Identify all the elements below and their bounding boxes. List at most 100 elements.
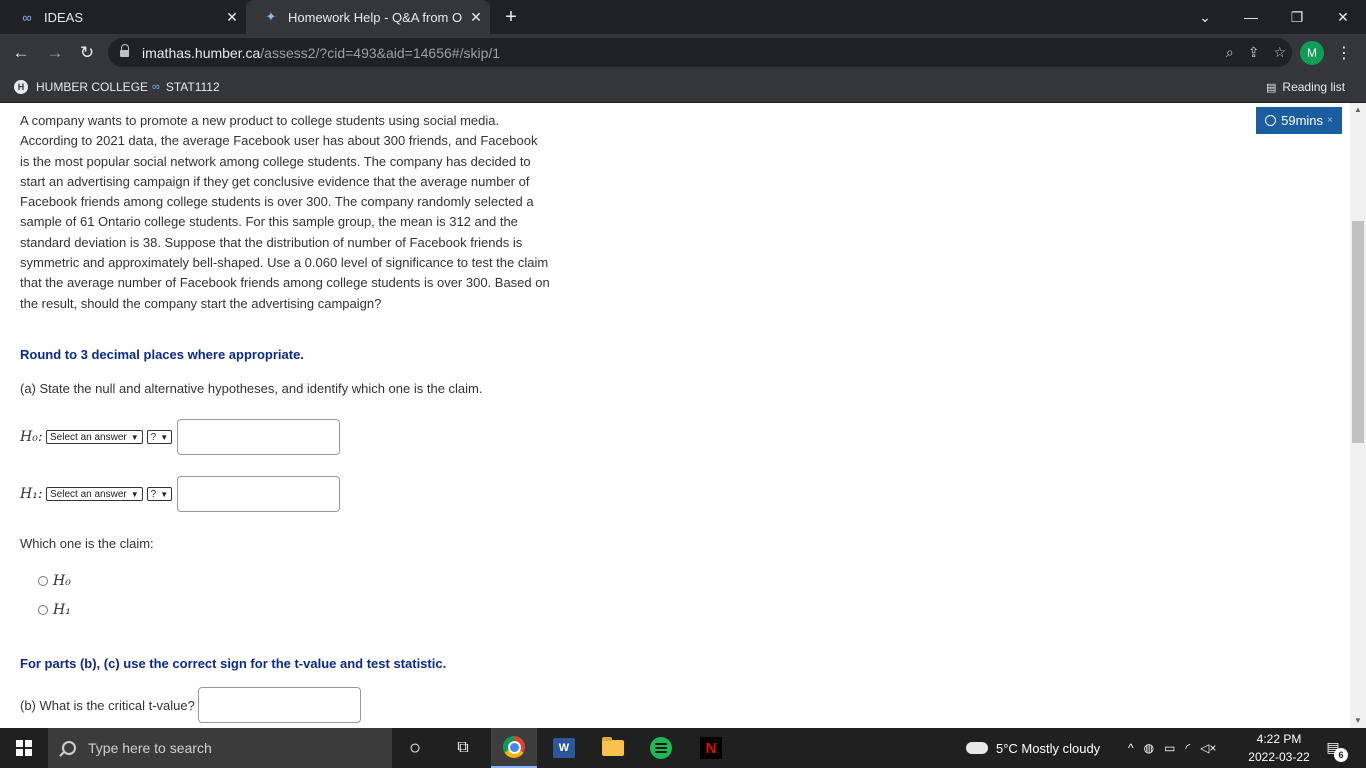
- scroll-up-icon[interactable]: ▲: [1350, 103, 1366, 117]
- part-b-row: (b) What is the critical t-value?: [20, 687, 361, 723]
- radio-button[interactable]: [38, 576, 48, 586]
- question-text: A company wants to promote a new product…: [20, 113, 550, 311]
- cloudy-weather-icon: [964, 737, 988, 754]
- cortana-icon[interactable]: ○: [392, 728, 438, 768]
- part-a-prompt: (a) State the null and alternative hypot…: [20, 381, 483, 396]
- new-tab-button[interactable]: +: [498, 0, 524, 34]
- wifi-icon[interactable]: ◜: [1185, 741, 1190, 755]
- reload-icon[interactable]: ↻: [72, 34, 102, 71]
- restore-icon[interactable]: ❐: [1274, 0, 1320, 34]
- close-timer-icon[interactable]: ×: [1327, 115, 1333, 126]
- chrome-taskbar-icon[interactable]: [491, 728, 537, 768]
- spotify-taskbar-icon[interactable]: [638, 728, 684, 768]
- option-label: H₁: [53, 602, 71, 618]
- address-bar[interactable]: imathas.humber.ca/assess2/?cid=493&aid=1…: [108, 38, 1292, 67]
- reading-list-icon: ▤: [1266, 81, 1277, 94]
- forward-icon[interactable]: →: [40, 34, 70, 71]
- claim-question: Which one is the claim:: [20, 536, 154, 551]
- scroll-down-icon[interactable]: ▼: [1350, 714, 1366, 728]
- tab-title: Homework Help - Q&A from Onl: [288, 9, 462, 25]
- file-explorer-icon[interactable]: [590, 728, 636, 768]
- timer-badge[interactable]: 59mins ×: [1256, 107, 1342, 134]
- h0-row: H₀: Select an answer ▼ ? ▼: [20, 419, 341, 455]
- browser-toolbar: ← → ↻ imathas.humber.ca/assess2/?cid=493…: [0, 34, 1366, 71]
- close-window-icon[interactable]: ✕: [1320, 0, 1366, 34]
- h0-label: H₀:: [20, 429, 43, 445]
- weather-text: 5°C Mostly cloudy: [996, 740, 1101, 756]
- tab-search-icon[interactable]: ⌄: [1182, 0, 1228, 34]
- chevron-down-icon: ▼: [130, 489, 139, 499]
- back-icon[interactable]: ←: [6, 34, 36, 71]
- word-taskbar-icon[interactable]: W: [541, 728, 587, 768]
- infinity-icon: ∞: [22, 9, 32, 25]
- critical-t-input[interactable]: [197, 687, 361, 723]
- tab-title: IDEAS: [44, 9, 84, 25]
- taskbar-search[interactable]: Type here to search: [48, 728, 392, 768]
- meet-now-icon[interactable]: ◍: [1144, 741, 1154, 755]
- menu-kebab-icon[interactable]: ⋮: [1336, 38, 1352, 68]
- clock-time: 4:22 PM: [1256, 732, 1302, 746]
- netflix-icon: N: [700, 737, 722, 759]
- system-tray: ^ ◍ ▭ ◜ ◁×: [1128, 728, 1216, 768]
- share-icon[interactable]: ⇪: [1248, 44, 1260, 61]
- humber-icon: H: [14, 80, 28, 94]
- word-icon: W: [553, 738, 575, 758]
- chevron-down-icon: ▼: [160, 489, 169, 499]
- reading-list-button[interactable]: ▤ Reading list: [1266, 71, 1345, 103]
- bookmark-star-icon[interactable]: ☆: [1273, 44, 1286, 61]
- chevron-down-icon: ▼: [160, 432, 169, 442]
- close-tab-icon[interactable]: ✕: [218, 9, 246, 26]
- zoom-icon[interactable]: ⌕: [1226, 44, 1234, 61]
- scrollbar-thumb[interactable]: [1352, 221, 1364, 443]
- chegg-icon: ✦: [265, 9, 277, 24]
- radio-button[interactable]: [38, 605, 48, 615]
- weather-widget[interactable]: 5°C Mostly cloudy: [964, 728, 1101, 768]
- close-tab-icon[interactable]: ✕: [462, 9, 490, 26]
- chevron-down-icon: ▼: [130, 432, 139, 442]
- tab-homework-help[interactable]: ✦ Homework Help - Q&A from Onl ✕: [246, 0, 490, 34]
- h0-parameter-select[interactable]: Select an answer ▼: [46, 430, 143, 444]
- browser-tab-strip: ∞ IDEAS ✕ ✦ Homework Help - Q&A from Onl…: [0, 0, 1366, 34]
- start-button[interactable]: [0, 728, 48, 768]
- h0-value-input[interactable]: [177, 419, 341, 455]
- battery-icon[interactable]: ▭: [1164, 741, 1175, 755]
- page-scrollbar[interactable]: ▲ ▼: [1350, 103, 1366, 728]
- search-icon: [62, 741, 76, 755]
- spotify-icon: [650, 737, 672, 759]
- page-content: A company wants to promote a new product…: [0, 103, 1350, 728]
- url-text: imathas.humber.ca/assess2/?cid=493&aid=1…: [142, 44, 501, 61]
- windows-logo-icon: [16, 740, 32, 756]
- infinity-icon: ∞: [152, 81, 160, 93]
- volume-muted-icon[interactable]: ◁×: [1200, 741, 1216, 755]
- notification-center-icon[interactable]: ▤ 6: [1322, 736, 1348, 762]
- bookmark-label: STAT1112: [165, 80, 220, 94]
- notification-count: 6: [1334, 748, 1348, 762]
- claim-option-h1[interactable]: H₁: [38, 602, 71, 618]
- minimize-icon[interactable]: —: [1228, 0, 1274, 34]
- h0-sign-select[interactable]: ? ▼: [146, 430, 173, 444]
- bookmark-humber[interactable]: H HUMBER COLLEGE: [14, 71, 148, 103]
- profile-avatar[interactable]: M: [1300, 41, 1324, 65]
- h1-label: H₁:: [20, 486, 43, 502]
- show-hidden-icons-icon[interactable]: ^: [1128, 741, 1134, 755]
- tab-ideas[interactable]: ∞ IDEAS ✕: [0, 0, 246, 34]
- clock-icon: [1265, 115, 1277, 126]
- bookmark-stat1112[interactable]: ∞ STAT1112: [152, 71, 220, 103]
- lock-icon: [120, 43, 130, 58]
- task-view-icon[interactable]: ⧉: [440, 728, 486, 768]
- h1-value-input[interactable]: [177, 476, 341, 512]
- taskbar-clock[interactable]: 4:22 PM 2022-03-22: [1240, 728, 1318, 768]
- option-label: H₀: [53, 573, 71, 589]
- claim-option-h0[interactable]: H₀: [38, 573, 71, 589]
- bookmark-label: HUMBER COLLEGE: [36, 80, 149, 94]
- timer-label: 59mins: [1281, 113, 1324, 128]
- chrome-icon: [503, 736, 525, 758]
- parts-bc-note: For parts (b), (c) use the correct sign …: [20, 656, 447, 671]
- h1-parameter-select[interactable]: Select an answer ▼: [46, 487, 143, 501]
- netflix-taskbar-icon[interactable]: N: [688, 728, 734, 768]
- clock-date: 2022-03-22: [1248, 750, 1310, 764]
- reading-list-label: Reading list: [1282, 80, 1346, 94]
- folder-icon: [602, 737, 624, 756]
- h1-sign-select[interactable]: ? ▼: [146, 487, 173, 501]
- rounding-note: Round to 3 decimal places where appropri…: [20, 347, 304, 362]
